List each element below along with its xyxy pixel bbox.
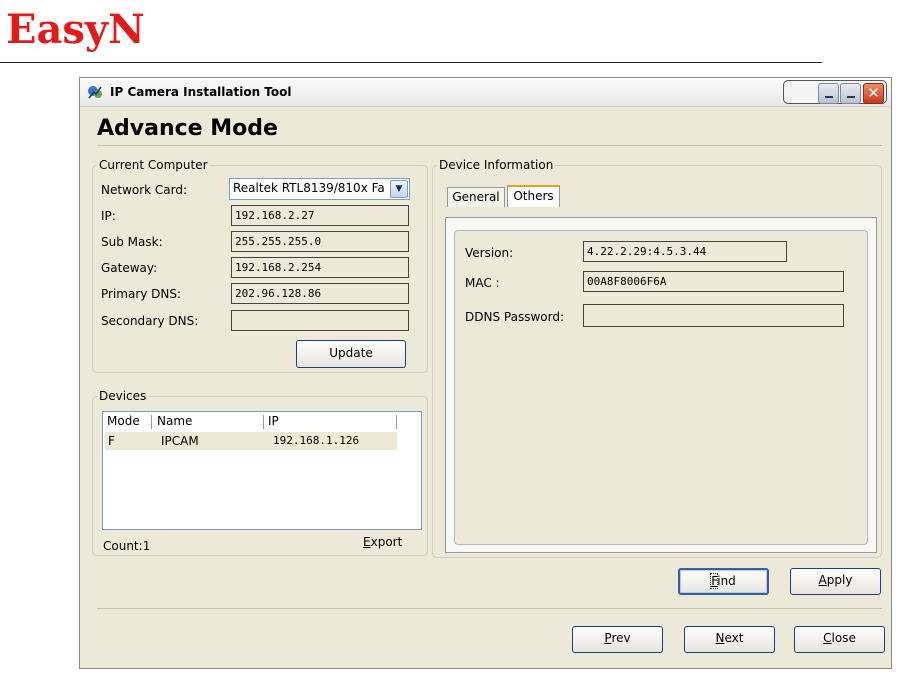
current-computer-legend: Current Computer — [97, 158, 210, 172]
window-controls: ✕ — [783, 80, 887, 104]
network-card-label: Network Card: — [101, 183, 188, 197]
logo-divider — [0, 62, 822, 63]
submask-field[interactable]: 255.255.255.0 — [231, 231, 409, 252]
footer-divider — [97, 608, 882, 609]
primary-dns-field[interactable]: 202.96.128.86 — [231, 283, 409, 304]
devices-legend: Devices — [97, 389, 149, 403]
mac-label: MAC : — [465, 276, 500, 290]
close-rest: lose — [831, 631, 856, 645]
next-button[interactable]: Next — [684, 626, 775, 653]
device-count: Count:1 — [103, 539, 150, 553]
secondary-dns-label: Secondary DNS: — [101, 314, 199, 328]
submask-label: Sub Mask: — [101, 235, 163, 249]
close-accel: C — [823, 631, 832, 645]
find-rest: ind — [717, 574, 736, 588]
title-bar[interactable]: IP Camera Installation Tool ✕ — [80, 78, 891, 107]
restore-button[interactable] — [840, 83, 861, 104]
window-title: IP Camera Installation Tool — [110, 85, 292, 99]
export-link[interactable]: Export — [363, 535, 402, 549]
device-info-group: Device Information General Others Versio… — [432, 158, 882, 558]
count-value: 1 — [142, 539, 151, 553]
row-mode: F — [108, 434, 115, 448]
export-accel: E — [363, 535, 371, 549]
apply-rest: pply — [826, 573, 853, 587]
current-computer-group: Current Computer Network Card: Realtek R… — [92, 158, 428, 373]
column-header-mode[interactable]: Mode — [107, 414, 140, 428]
tab-others[interactable]: Others — [507, 185, 560, 207]
close-icon: ✕ — [867, 84, 880, 102]
export-rest: xport — [370, 535, 403, 549]
column-divider[interactable] — [396, 415, 397, 429]
others-inner-panel: Version: 4.22.2.29:4.5.3.44 MAC : 00A8F8… — [454, 230, 868, 545]
network-card-select[interactable]: Realtek RTL8139/810x Fa ▼ — [229, 178, 410, 200]
gateway-label: Gateway: — [101, 261, 158, 275]
gateway-field[interactable]: 192.168.2.254 — [231, 257, 409, 278]
column-divider[interactable] — [263, 415, 264, 429]
brand-logo: EasyN — [6, 6, 145, 53]
close-button[interactable]: Close — [794, 626, 885, 653]
others-tab-panel: Version: 4.22.2.29:4.5.3.44 MAC : 00A8F8… — [445, 217, 877, 553]
minimize-button[interactable] — [818, 83, 839, 104]
network-wizard-icon — [88, 86, 102, 99]
ddns-password-label: DDNS Password: — [465, 310, 564, 324]
devices-group: Devices Mode Name IP F IPCAM 192.168.1.1… — [92, 389, 428, 556]
column-divider[interactable] — [151, 415, 152, 429]
next-accel: N — [715, 631, 725, 645]
row-name: IPCAM — [161, 434, 199, 448]
tab-general[interactable]: General — [447, 187, 505, 207]
prev-button[interactable]: Prev — [572, 626, 663, 653]
mac-field[interactable]: 00A8F8006F6A — [583, 271, 844, 292]
table-row[interactable]: F IPCAM 192.168.1.126 — [105, 432, 397, 450]
ip-label: IP: — [101, 209, 116, 223]
apply-accel: A — [818, 573, 827, 587]
device-info-legend: Device Information — [437, 158, 556, 172]
ip-field[interactable]: 192.168.2.27 — [231, 205, 409, 226]
column-header-ip[interactable]: IP — [268, 414, 279, 428]
devices-list[interactable]: Mode Name IP F IPCAM 192.168.1.126 — [102, 411, 422, 530]
close-window-button[interactable]: ✕ — [863, 83, 884, 104]
primary-dns-label: Primary DNS: — [101, 287, 182, 301]
column-header-name[interactable]: Name — [157, 414, 192, 428]
count-label: Count: — [103, 539, 143, 553]
version-field[interactable]: 4.22.2.29:4.5.3.44 — [583, 241, 787, 262]
app-window: IP Camera Installation Tool ✕ Advance Mo… — [79, 77, 892, 669]
page-title: Advance Mode — [97, 116, 278, 141]
secondary-dns-field[interactable] — [231, 310, 409, 331]
network-card-value: Realtek RTL8139/810x Fa — [233, 181, 385, 195]
chevron-down-icon[interactable]: ▼ — [390, 180, 408, 198]
row-ip: 192.168.1.126 — [273, 434, 360, 447]
version-label: Version: — [465, 246, 514, 260]
heading-divider — [97, 145, 882, 146]
update-button[interactable]: Update — [296, 340, 406, 368]
prev-rest: rev — [611, 631, 631, 645]
ddns-password-field[interactable] — [583, 304, 844, 327]
next-rest: ext — [724, 631, 744, 645]
apply-button[interactable]: Apply — [790, 568, 881, 595]
find-button[interactable]: Find — [678, 568, 769, 595]
